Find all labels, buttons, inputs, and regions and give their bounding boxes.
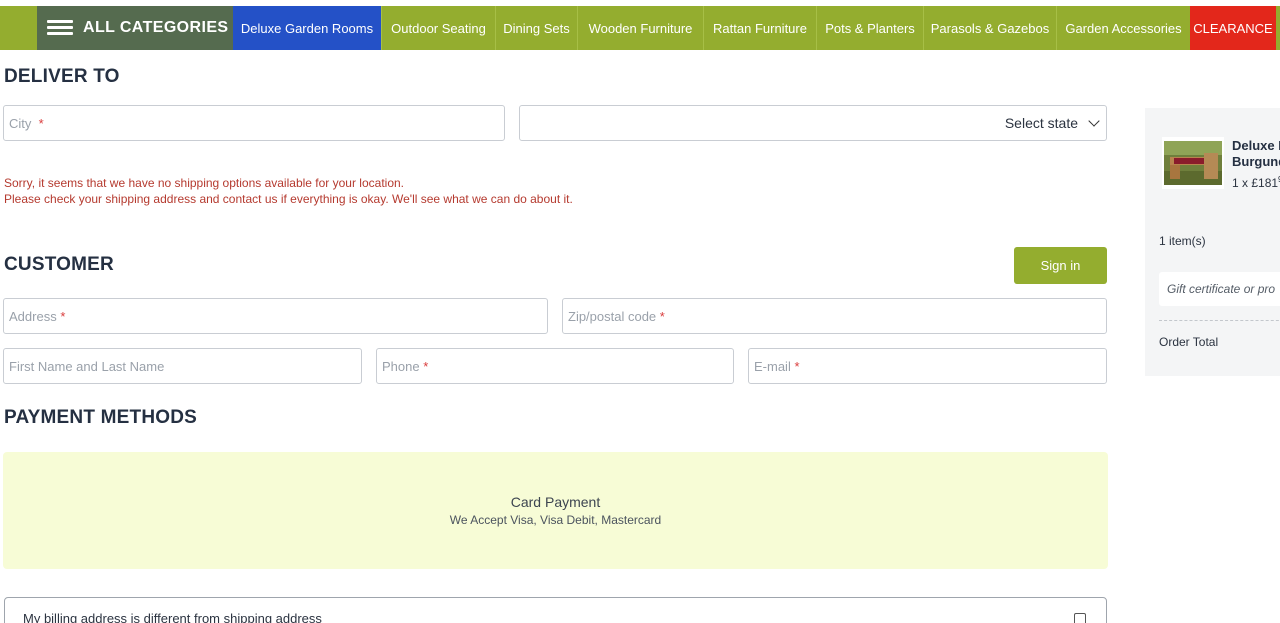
product-thumbnail[interactable] — [1162, 137, 1224, 189]
zip-placeholder: Zip/postal code * — [568, 309, 665, 324]
deliver-to-heading: DELIVER TO — [4, 66, 120, 87]
navbar-edge — [0, 6, 37, 50]
nav-item-deluxe-garden-rooms[interactable]: Deluxe Garden Rooms — [233, 6, 381, 50]
email-placeholder-text: E-mail — [754, 359, 791, 374]
required-mark: * — [794, 359, 800, 374]
required-mark: * — [659, 309, 665, 324]
state-select[interactable]: Select state — [519, 105, 1107, 141]
address-field[interactable]: Address * — [3, 298, 548, 334]
chevron-down-icon — [1088, 115, 1100, 127]
order-total-label: Order Total — [1159, 335, 1219, 349]
nav-item-rattan-furniture[interactable]: Rattan Furniture — [703, 6, 816, 50]
payment-methods-heading: PAYMENT METHODS — [4, 407, 198, 428]
nav-item-outdoor-seating[interactable]: Outdoor Seating — [381, 6, 495, 50]
sign-in-button[interactable]: Sign in — [1014, 247, 1107, 284]
zip-placeholder-text: Zip/postal code — [568, 309, 657, 324]
shipping-warning-line1: Sorry, it seems that we have no shipping… — [4, 176, 404, 190]
zip-field[interactable]: Zip/postal code * — [562, 298, 1107, 334]
customer-heading: CUSTOMER — [4, 254, 114, 275]
phone-field[interactable]: Phone * — [376, 348, 734, 384]
email-placeholder: E-mail * — [754, 359, 800, 374]
product-name-line2: Burgund — [1232, 154, 1280, 169]
all-categories-label: ALL CATEGORIES — [83, 19, 229, 36]
phone-placeholder-text: Phone — [382, 359, 420, 374]
all-categories-button[interactable]: ALL CATEGORIES — [37, 6, 233, 50]
required-mark: * — [38, 116, 44, 131]
summary-divider — [1159, 320, 1280, 321]
nav-item-dining-sets[interactable]: Dining Sets — [495, 6, 577, 50]
address-placeholder: Address * — [9, 309, 65, 324]
billing-address-checkbox[interactable] — [1074, 613, 1086, 623]
card-payment-title: Card Payment — [510, 494, 601, 510]
name-field[interactable]: First Name and Last Name — [3, 348, 362, 384]
billing-address-toggle[interactable]: My billing address is different from shi… — [4, 597, 1107, 623]
phone-placeholder: Phone * — [382, 359, 428, 374]
product-quantity-price: 1 x £1819 — [1232, 175, 1280, 190]
card-payment-subtitle: We Accept Visa, Visa Debit, Mastercard — [449, 513, 662, 527]
shipping-warning: Sorry, it seems that we have no shipping… — [4, 175, 573, 207]
product-name-line1: Deluxe I — [1232, 138, 1280, 153]
city-placeholder: City * — [9, 116, 44, 131]
product-price: 1 x £181 — [1232, 176, 1279, 190]
card-payment-option[interactable]: Card Payment We Accept Visa, Visa Debit,… — [3, 452, 1108, 569]
nav-item-clearance[interactable]: CLEARANCE — [1190, 6, 1276, 50]
billing-address-label: My billing address is different from shi… — [23, 611, 322, 623]
gift-certificate-input[interactable]: Gift certificate or pro — [1159, 272, 1280, 306]
state-select-value: Select state — [1004, 115, 1078, 131]
city-placeholder-text: City — [9, 116, 32, 131]
hamburger-menu-icon — [47, 20, 73, 36]
required-mark: * — [60, 309, 66, 324]
nav-item-pots-planters[interactable]: Pots & Planters — [816, 6, 923, 50]
required-mark: * — [423, 359, 429, 374]
nav-item-wooden-furniture[interactable]: Wooden Furniture — [577, 6, 703, 50]
address-placeholder-text: Address — [9, 309, 57, 324]
product-name[interactable]: Deluxe I Burgund — [1232, 138, 1280, 170]
shipping-warning-line2: Please check your shipping address and c… — [4, 192, 573, 206]
email-field[interactable]: E-mail * — [748, 348, 1107, 384]
nav-item-parasols-gazebos[interactable]: Parasols & Gazebos — [923, 6, 1056, 50]
nav-item-garden-accessories[interactable]: Garden Accessories — [1056, 6, 1190, 50]
items-count: 1 item(s) — [1159, 234, 1206, 248]
name-placeholder: First Name and Last Name — [9, 359, 165, 374]
category-navbar: ALL CATEGORIES Deluxe Garden Rooms Outdo… — [0, 6, 1280, 50]
order-summary-panel: Deluxe I Burgund 1 x £1819 1 item(s) Gif… — [1145, 108, 1280, 376]
city-field[interactable]: City * — [3, 105, 505, 141]
